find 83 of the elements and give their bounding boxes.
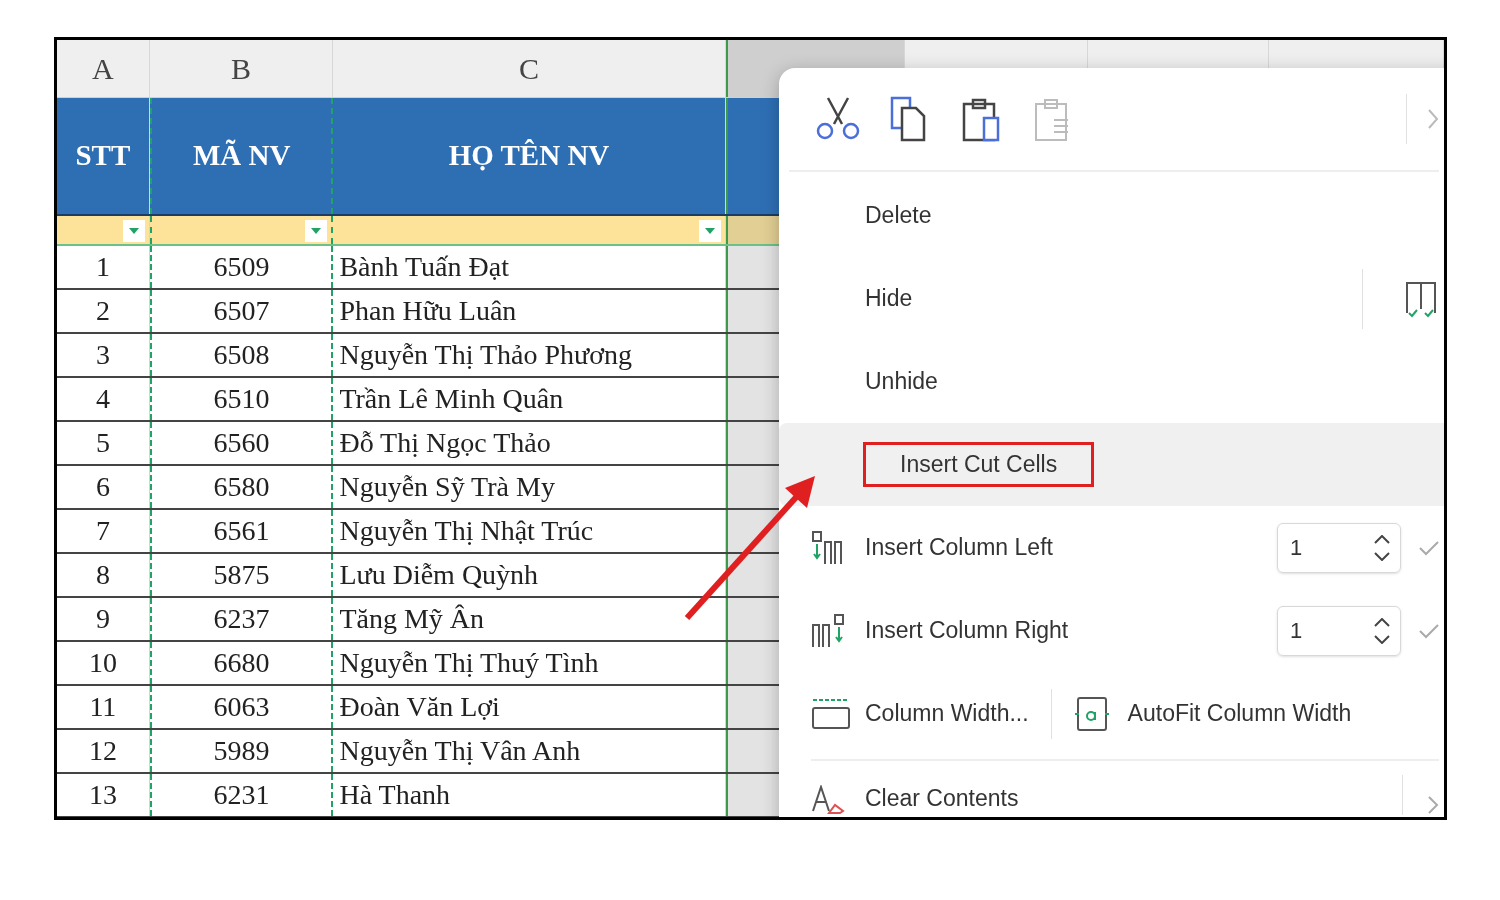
table-cell: 6507 bbox=[149, 290, 334, 332]
table-cell: Phan Hữu Luân bbox=[333, 290, 726, 332]
table-cell: 2 bbox=[57, 290, 150, 332]
caret-icon bbox=[311, 228, 322, 234]
table-cell: Đỗ Thị Ngọc Thảo bbox=[333, 422, 726, 464]
filter-dropdown-button[interactable] bbox=[122, 220, 145, 242]
filter-dropdown-button[interactable] bbox=[305, 220, 328, 242]
table-cell: 1 bbox=[57, 246, 150, 288]
menu-item-label: Insert Column Left bbox=[865, 533, 1053, 563]
table-cell: 11 bbox=[57, 686, 150, 728]
table-cell: Bành Tuấn Đạt bbox=[333, 246, 726, 288]
table-cell: Nguyễn Thị Thuý Tình bbox=[333, 642, 726, 684]
menu-item-label: Hide bbox=[865, 284, 913, 314]
menu-item-label: Unhide bbox=[865, 367, 938, 397]
table-cell: 4 bbox=[57, 378, 150, 420]
insert-column-right-icon bbox=[811, 612, 847, 649]
checkmark-icon bbox=[1419, 622, 1439, 639]
table-cell: 6231 bbox=[149, 774, 334, 816]
table-cell: Nguyễn Thị Thảo Phương bbox=[333, 334, 726, 376]
table-cell: 6580 bbox=[149, 466, 334, 508]
caret-icon bbox=[128, 228, 139, 234]
table-cell: 6510 bbox=[149, 378, 334, 420]
table-cell: 10 bbox=[57, 642, 150, 684]
menu-item-label: Insert Column Right bbox=[865, 616, 1069, 646]
table-cell: Nguyễn Sỹ Trà My bbox=[333, 466, 726, 508]
menu-item-label: Clear Contents bbox=[865, 783, 1019, 813]
checkmark-icon bbox=[1419, 539, 1439, 556]
column-header[interactable]: A bbox=[57, 40, 150, 97]
table-cell: 13 bbox=[57, 774, 150, 816]
menu-item-label: AutoFit Column Width bbox=[1127, 699, 1352, 729]
table-cell: Lưu Diễm Quỳnh bbox=[333, 554, 726, 596]
table-cell: 6509 bbox=[149, 246, 334, 288]
autofit-width-icon bbox=[1073, 695, 1110, 732]
table-cell: 5989 bbox=[149, 730, 334, 772]
count-value: 1 bbox=[1290, 534, 1303, 562]
table-cell: Nguyễn Thị Nhật Trúc bbox=[333, 510, 726, 552]
table-cell: Trần Lê Minh Quân bbox=[333, 378, 726, 420]
menu-item[interactable]: Insert Column Left 1 bbox=[779, 506, 1444, 589]
table-cell: 5875 bbox=[149, 554, 334, 596]
chevron-up-icon bbox=[1374, 617, 1390, 627]
table-cell: 6 bbox=[57, 466, 150, 508]
table-cell: 8 bbox=[57, 554, 150, 596]
chevron-right-icon bbox=[1427, 795, 1439, 815]
count-value: 1 bbox=[1290, 617, 1303, 645]
table-cell: 9 bbox=[57, 598, 150, 640]
table-cell: 3 bbox=[57, 334, 150, 376]
table-cell: Đoàn Văn Lợi bbox=[333, 686, 726, 728]
table-cell: 5 bbox=[57, 422, 150, 464]
count-spin-field[interactable]: 1 bbox=[1277, 522, 1401, 573]
table-cell: 6680 bbox=[149, 642, 334, 684]
table-heading-cell: MÃ NV bbox=[149, 98, 334, 214]
table-cell: Nguyễn Thị Vân Anh bbox=[333, 730, 726, 772]
menu-item-label: Delete bbox=[865, 201, 932, 231]
table-heading-cell: HỌ TÊN NV bbox=[333, 98, 726, 214]
menu-item[interactable]: Column Width... AutoFit Column Width bbox=[779, 672, 1444, 755]
chevron-down-icon bbox=[1374, 634, 1390, 644]
chevron-up-icon bbox=[1374, 534, 1390, 544]
table-cell: 6508 bbox=[149, 334, 334, 376]
menu-item[interactable]: Delete bbox=[779, 174, 1444, 257]
table-cell: 7 bbox=[57, 510, 150, 552]
caret-icon bbox=[704, 228, 715, 234]
table-cell: 6560 bbox=[149, 422, 334, 464]
table-cell: Hà Thanh bbox=[333, 774, 726, 816]
table-heading-cell: STT bbox=[57, 98, 150, 214]
table-cell: 12 bbox=[57, 730, 150, 772]
count-spin-field[interactable]: 1 bbox=[1277, 605, 1401, 656]
table-cell: 6237 bbox=[149, 598, 334, 640]
chevron-right-icon bbox=[1427, 108, 1439, 130]
table-cell: 6561 bbox=[149, 510, 334, 552]
chevron-down-icon bbox=[1374, 551, 1390, 561]
table-cell: 6063 bbox=[149, 686, 334, 728]
column-header[interactable]: B bbox=[149, 40, 334, 97]
clear-eraser-icon bbox=[811, 785, 847, 815]
menu-item[interactable]: Clear Contents bbox=[779, 761, 1444, 817]
menu-item[interactable]: Hide bbox=[779, 257, 1444, 340]
menu-item[interactable]: Unhide bbox=[779, 340, 1444, 423]
menu-item[interactable]: Insert Cut Cells bbox=[779, 423, 1444, 506]
table-cell: Tăng Mỹ Ân bbox=[333, 598, 726, 640]
menu-item[interactable]: Insert Column Right 1 bbox=[779, 589, 1444, 672]
menu-item-label: Insert Cut Cells bbox=[863, 442, 1095, 487]
menu-item-label: Column Width... bbox=[865, 699, 1029, 729]
filter-dropdown-button[interactable] bbox=[698, 220, 721, 242]
column-header[interactable]: C bbox=[333, 40, 726, 97]
